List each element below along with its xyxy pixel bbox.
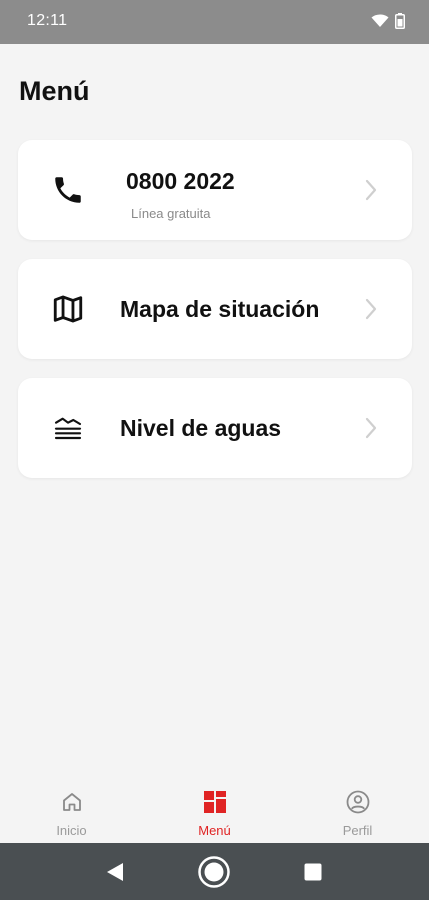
nav-item-menu[interactable]: Menú [143,777,286,843]
wifi-icon [371,14,389,33]
profile-icon [346,790,370,814]
phone-card[interactable]: 0800 2022 Línea gratuita [18,140,412,240]
chevron-right-icon [364,297,378,321]
menu-grid-icon [203,790,227,814]
nav-item-perfil[interactable]: Perfil [286,777,429,843]
nav-item-inicio[interactable]: Inicio [0,777,143,843]
system-nav-bar [0,843,429,900]
status-bar: 12:11 [0,0,429,44]
chevron-right-icon [364,416,378,440]
home-button-icon[interactable] [198,856,230,888]
home-icon [60,790,84,814]
battery-icon [395,13,405,34]
water-level-card[interactable]: Nivel de aguas [18,378,412,478]
water-level-title: Nivel de aguas [120,415,282,441]
map-card[interactable]: Mapa de situación [18,259,412,359]
phone-subtitle: Línea gratuita [131,206,211,221]
back-icon[interactable] [99,856,131,888]
map-title: Mapa de situación [120,296,320,322]
water-level-icon [50,410,86,446]
status-icons [371,13,405,34]
nav-label-inicio: Inicio [56,823,87,838]
nav-label-menu: Menú [198,823,231,838]
status-time: 12:11 [27,12,68,29]
recents-icon[interactable] [297,856,329,888]
phone-icon [50,172,86,208]
chevron-right-icon [364,178,378,202]
page-title: Menú [19,76,90,106]
phone-number: 0800 2022 [126,168,235,194]
bottom-nav: Inicio Menú Perfil [0,777,429,843]
map-icon [50,291,86,327]
nav-label-perfil: Perfil [342,823,373,838]
